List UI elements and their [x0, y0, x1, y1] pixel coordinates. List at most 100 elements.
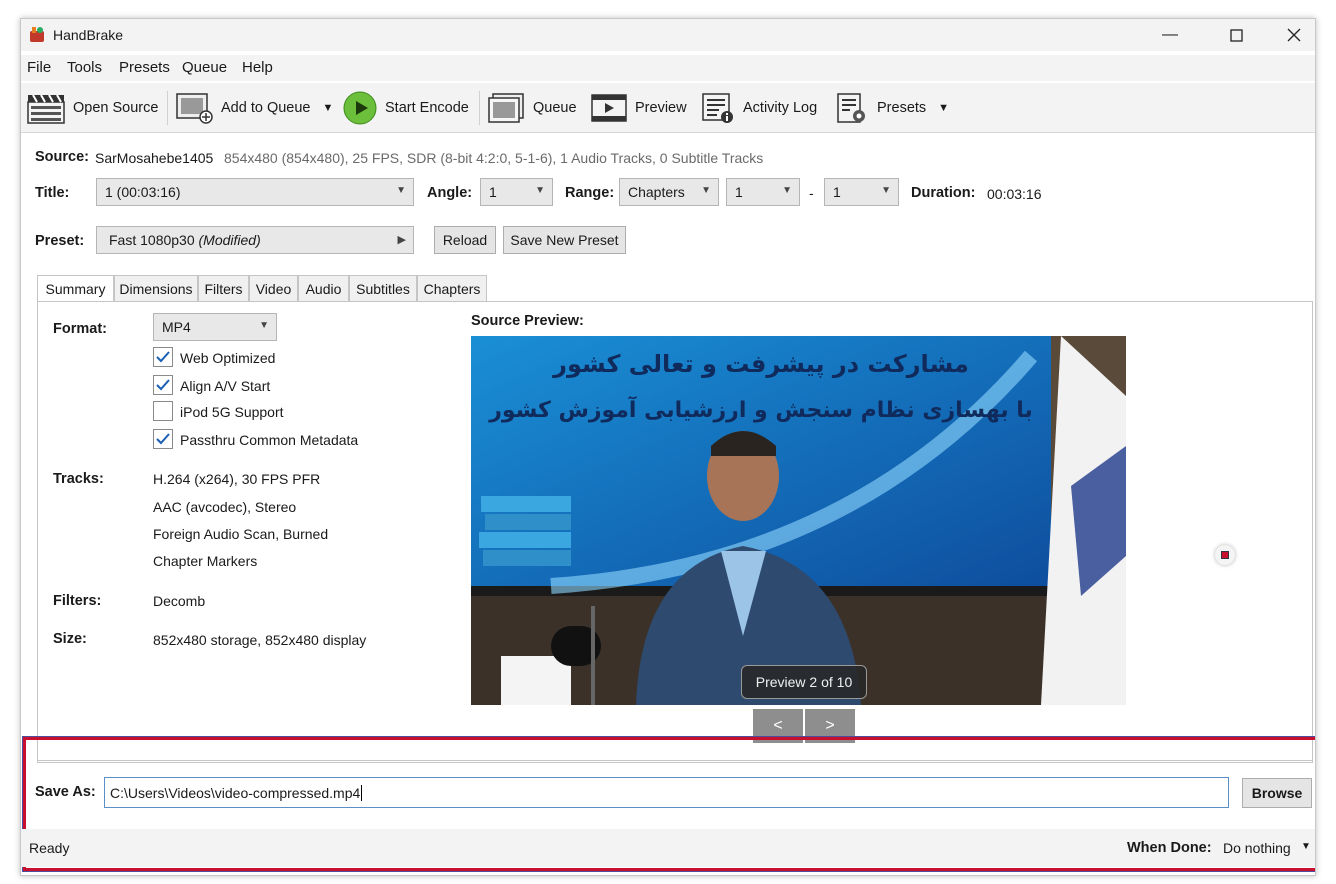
menu-help[interactable]: Help: [242, 59, 273, 76]
queue-button[interactable]: Queue: [487, 91, 577, 125]
save-new-preset-button[interactable]: Save New Preset: [503, 226, 626, 254]
maximize-icon: [1229, 28, 1243, 42]
duration-label: Duration:: [911, 185, 976, 201]
clapperboard-icon: [27, 94, 65, 124]
tab-summary[interactable]: Summary: [37, 275, 114, 302]
recording-indicator-icon: [1215, 545, 1235, 565]
chevron-down-icon[interactable]: ▼: [323, 102, 334, 114]
close-icon: [1287, 28, 1301, 42]
film-preview-icon: [591, 94, 627, 122]
preset-value: Fast 1080p30: [109, 232, 195, 248]
tab-video[interactable]: Video: [249, 275, 298, 301]
track-chapters: Chapter Markers: [153, 553, 258, 569]
angle-label: Angle:: [427, 185, 473, 201]
start-encode-button[interactable]: Start Encode: [343, 91, 469, 125]
window-title: HandBrake: [53, 27, 124, 43]
activity-log-icon: [702, 93, 733, 123]
chevron-down-icon: ▼: [259, 320, 269, 331]
chevron-down-icon: ▼: [535, 185, 545, 196]
source-preview-label: Source Preview:: [471, 313, 584, 329]
chevron-down-icon[interactable]: ▼: [938, 102, 949, 114]
title-label: Title:: [35, 185, 70, 201]
menu-file[interactable]: File: [27, 59, 51, 76]
web-optimized-label: Web Optimized: [180, 350, 276, 366]
format-value: MP4: [162, 319, 191, 335]
tab-dimensions[interactable]: Dimensions: [114, 275, 198, 301]
preview-frame: [471, 336, 1126, 705]
web-optimized-checkbox[interactable]: [153, 347, 173, 367]
title-select[interactable]: 1 (00:03:16) ▼: [96, 178, 414, 206]
play-icon: [343, 91, 377, 125]
ipod-support-label: iPod 5G Support: [180, 404, 284, 420]
tab-chapters[interactable]: Chapters: [417, 275, 487, 301]
minimize-button[interactable]: —: [1141, 19, 1199, 51]
menu-presets[interactable]: Presets: [119, 59, 170, 76]
source-name: SarMosahebe1405: [95, 150, 214, 166]
passthru-metadata-label: Passthru Common Metadata: [180, 432, 359, 448]
chevron-right-icon: ▶: [397, 234, 406, 246]
angle-select[interactable]: 1 ▼: [480, 178, 553, 206]
close-button[interactable]: [1265, 19, 1315, 51]
add-to-queue-icon: [176, 93, 213, 124]
range-dash: -: [809, 185, 814, 201]
checkmark-icon: [156, 379, 170, 391]
queue-strip: [37, 745, 1313, 763]
queue-icon: [488, 93, 524, 123]
menu-bar: File Tools Presets Queue Help: [21, 55, 1315, 81]
chevron-down-icon: ▼: [701, 185, 711, 196]
range-end-select[interactable]: 1 ▼: [824, 178, 899, 206]
banner-line-1: مشارکت در پیشرفت و تعالی کشور: [553, 350, 969, 378]
browse-button[interactable]: Browse: [1242, 778, 1312, 808]
angle-select-value: 1: [489, 184, 497, 200]
range-type-select[interactable]: Chapters ▼: [619, 178, 719, 206]
source-label: Source:: [35, 149, 89, 165]
range-start-value: 1: [735, 184, 743, 200]
reload-button[interactable]: Reload: [434, 226, 496, 254]
maximize-button[interactable]: [1207, 19, 1265, 51]
range-label: Range:: [565, 185, 615, 201]
preset-selector[interactable]: Fast 1080p30 (Modified) ▶: [96, 226, 414, 254]
presets-icon: [837, 93, 865, 123]
size-value: 852x480 storage, 852x480 display: [153, 632, 367, 648]
save-as-input[interactable]: C:\Users\Videos\video-compressed.mp4: [104, 777, 1229, 808]
start-encode-label: Start Encode: [385, 100, 469, 116]
format-select[interactable]: MP4 ▼: [153, 313, 277, 341]
handbrake-window: HandBrake — File Tools Presets Queue Hel…: [20, 18, 1316, 876]
toolbar-separator: [479, 91, 480, 125]
chevron-down-icon: ▼: [782, 185, 792, 196]
tab-filters[interactable]: Filters: [198, 275, 249, 301]
filters-value: Decomb: [153, 593, 206, 609]
checkmark-icon: [156, 351, 170, 363]
size-label: Size:: [53, 631, 87, 647]
align-av-label: Align A/V Start: [180, 378, 271, 394]
open-source-button[interactable]: Open Source: [27, 91, 158, 125]
align-av-checkbox[interactable]: [153, 375, 173, 395]
source-details: 854x480 (854x480), 25 FPS, SDR (8-bit 4:…: [224, 150, 764, 166]
preset-label: Preset:: [35, 233, 85, 249]
chevron-down-icon: ▼: [396, 185, 406, 196]
chevron-down-icon[interactable]: ▼: [1301, 841, 1311, 852]
passthru-metadata-checkbox[interactable]: [153, 429, 173, 449]
title-bar: HandBrake —: [21, 19, 1315, 51]
save-as-path: C:\Users\Videos\video-compressed.mp4: [110, 784, 361, 801]
range-start-select[interactable]: 1 ▼: [726, 178, 800, 206]
tab-audio[interactable]: Audio: [298, 275, 349, 301]
add-to-queue-label: Add to Queue: [221, 100, 311, 116]
format-label: Format:: [53, 321, 107, 337]
range-type-value: Chapters: [628, 184, 685, 200]
save-as-label: Save As:: [35, 784, 96, 800]
when-done-select[interactable]: Do nothing: [1223, 840, 1291, 856]
tab-subtitles[interactable]: Subtitles: [349, 275, 417, 301]
ipod-support-checkbox[interactable]: [153, 401, 173, 421]
add-to-queue-button[interactable]: Add to Queue ▼: [175, 91, 333, 125]
source-preview-image: مشارکت در پیشرفت و تعالی کشور با بهسازی …: [471, 336, 1126, 705]
preview-button[interactable]: Preview: [591, 91, 687, 125]
menu-tools[interactable]: Tools: [67, 59, 102, 76]
presets-button[interactable]: Presets ▼: [835, 91, 949, 125]
activity-log-button[interactable]: Activity Log: [701, 91, 817, 125]
track-video: H.264 (x264), 30 FPS PFR: [153, 471, 321, 487]
handbrake-app-icon: [30, 27, 44, 42]
toolbar: Open Source Add to Queue ▼ Start Encode: [21, 83, 1315, 133]
menu-queue[interactable]: Queue: [182, 59, 227, 76]
preview-label: Preview: [635, 100, 687, 116]
